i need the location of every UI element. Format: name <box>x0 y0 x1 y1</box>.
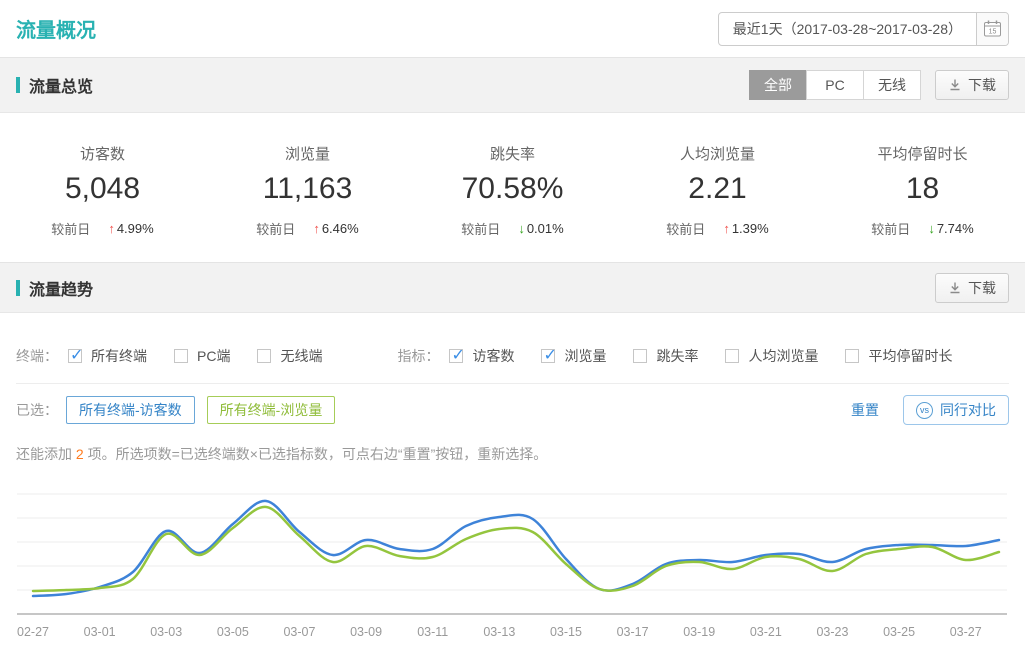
change-value: 6.46% <box>322 221 359 236</box>
download-button-overview[interactable]: 下载 <box>935 70 1009 100</box>
trend-arrow-icon: ↑ <box>108 221 115 236</box>
metrics-row: 访客数 5,048 较前日 ↑ 4.99% 浏览量 11,163 较前日 ↑ 6… <box>0 113 1025 262</box>
metric-value: 70.58% <box>410 172 615 206</box>
selected-tag-pageviews[interactable]: 所有终端-浏览量 <box>207 396 336 424</box>
metric-card-pageviews: 浏览量 11,163 较前日 ↑ 6.46% <box>205 143 410 262</box>
metric-value: 5,048 <box>0 172 205 206</box>
tab-pc[interactable]: PC <box>806 70 864 100</box>
metric-option-bounce-rate[interactable]: 跳失率 <box>633 346 698 366</box>
date-range-picker[interactable]: 最近1天（2017-03-28~2017-03-28） 15 <box>718 12 1009 46</box>
traffic-trend-chart[interactable]: 02-27 03-01 03-03 03-05 03-07 03-09 03-11 03-13… <box>0 474 1025 667</box>
selected-series-row: 已选： 所有终端-访客数 所有终端-浏览量 重置 vs 同行对比 <box>16 384 1009 436</box>
svg-text:03-07: 03-07 <box>283 625 315 639</box>
svg-text:03-17: 03-17 <box>617 625 649 639</box>
trend-section-header: 流量趋势 下载 <box>0 262 1025 313</box>
svg-text:03-09: 03-09 <box>350 625 382 639</box>
overview-section-header: 流量总览 全部 PC 无线 下载 <box>0 57 1025 113</box>
metric-label: 平均停留时长 <box>820 143 1025 164</box>
change-value: 4.99% <box>117 221 154 236</box>
series-所有终端-访客数 <box>33 501 999 596</box>
svg-text:03-05: 03-05 <box>217 625 249 639</box>
compare-label: 较前日 <box>51 219 90 238</box>
svg-text:03-03: 03-03 <box>150 625 182 639</box>
svg-text:03-27: 03-27 <box>950 625 982 639</box>
download-button-trend[interactable]: 下载 <box>935 273 1009 303</box>
checkbox-icon <box>541 349 555 363</box>
tab-all[interactable]: 全部 <box>749 70 807 100</box>
svg-text:03-11: 03-11 <box>417 625 448 639</box>
svg-text:03-13: 03-13 <box>483 625 515 639</box>
reset-button[interactable]: 重置 <box>851 400 879 420</box>
trend-arrow-icon: ↓ <box>518 221 525 236</box>
change-value: 7.74% <box>937 221 974 236</box>
trend-arrow-icon: ↑ <box>723 221 730 236</box>
section-title-trend: 流量趋势 <box>16 276 93 300</box>
metric-card-visitors: 访客数 5,048 较前日 ↑ 4.99% <box>0 143 205 262</box>
compare-label: 较前日 <box>461 219 500 238</box>
tab-wireless[interactable]: 无线 <box>863 70 921 100</box>
metric-card-views-per-visitor: 人均浏览量 2.21 较前日 ↑ 1.39% <box>615 143 820 262</box>
section-accent-bar <box>16 280 20 296</box>
metric-value: 11,163 <box>205 172 410 206</box>
metric-value: 2.21 <box>615 172 820 206</box>
selected-label: 已选： <box>16 400 58 420</box>
metric-card-bounce-rate: 跳失率 70.58% 较前日 ↓ 0.01% <box>410 143 615 262</box>
checkbox-icon <box>257 349 271 363</box>
vs-icon: vs <box>916 402 933 419</box>
download-icon <box>948 78 962 92</box>
metric-label: 人均浏览量 <box>615 143 820 164</box>
metric-label: 跳失率 <box>410 143 615 164</box>
svg-text:02-27: 02-27 <box>17 625 49 639</box>
selected-tag-visitors[interactable]: 所有终端-访客数 <box>66 396 195 424</box>
metric-option-visitors[interactable]: 访客数 <box>449 346 514 366</box>
svg-text:03-01: 03-01 <box>84 625 116 639</box>
svg-text:03-25: 03-25 <box>883 625 915 639</box>
page-title: 流量概况 <box>16 14 96 43</box>
change-value: 1.39% <box>732 221 769 236</box>
svg-text:03-15: 03-15 <box>550 625 582 639</box>
terminal-option-pc[interactable]: PC端 <box>174 346 230 366</box>
svg-text:03-19: 03-19 <box>683 625 715 639</box>
device-tab-group: 全部 PC 无线 <box>749 70 921 100</box>
checkbox-icon <box>725 349 739 363</box>
metric-value: 18 <box>820 172 1025 206</box>
checkbox-icon <box>174 349 188 363</box>
note-text: 还能添加 2 项。所选项数=已选终端数×已选指标数，可点右边“重置”按钮，重新选… <box>16 436 1009 464</box>
svg-text:03-23: 03-23 <box>816 625 848 639</box>
metric-label: 访客数 <box>0 143 205 164</box>
metric-label: 浏览量 <box>205 143 410 164</box>
terminal-filter-label: 终端： <box>16 346 58 366</box>
metric-filter-label: 指标： <box>397 346 439 366</box>
metric-option-avg-stay-time[interactable]: 平均停留时长 <box>845 346 952 366</box>
trend-arrow-icon: ↑ <box>313 221 320 236</box>
remaining-count: 2 <box>76 446 84 462</box>
change-value: 0.01% <box>527 221 564 236</box>
compare-label: 较前日 <box>871 219 910 238</box>
page-header: 流量概况 最近1天（2017-03-28~2017-03-28） 15 <box>0 0 1025 57</box>
calendar-icon[interactable]: 15 <box>976 13 1008 45</box>
metric-option-views-per-visitor[interactable]: 人均浏览量 <box>725 346 818 366</box>
series-所有终端-浏览量 <box>33 507 999 591</box>
svg-text:15: 15 <box>989 29 997 36</box>
section-accent-bar <box>16 77 20 93</box>
trend-arrow-icon: ↓ <box>928 221 935 236</box>
checkbox-icon <box>68 349 82 363</box>
section-title-overview: 流量总览 <box>16 73 93 97</box>
checkbox-icon <box>449 349 463 363</box>
terminal-option-all[interactable]: 所有终端 <box>68 346 147 366</box>
compare-label: 较前日 <box>256 219 295 238</box>
date-range-text: 最近1天（2017-03-28~2017-03-28） <box>719 13 976 45</box>
compare-label: 较前日 <box>666 219 705 238</box>
download-icon <box>948 281 962 295</box>
trend-filter-row: 终端： 所有终端 PC端 无线端 指标： 访客数 浏览量 跳失率 <box>16 329 1009 384</box>
checkbox-icon <box>845 349 859 363</box>
svg-text:03-21: 03-21 <box>750 625 782 639</box>
metric-card-avg-stay-time: 平均停留时长 18 较前日 ↓ 7.74% <box>820 143 1025 262</box>
peer-compare-button[interactable]: vs 同行对比 <box>903 395 1009 425</box>
terminal-option-wireless[interactable]: 无线端 <box>257 346 322 366</box>
metric-option-pageviews[interactable]: 浏览量 <box>541 346 606 366</box>
checkbox-icon <box>633 349 647 363</box>
